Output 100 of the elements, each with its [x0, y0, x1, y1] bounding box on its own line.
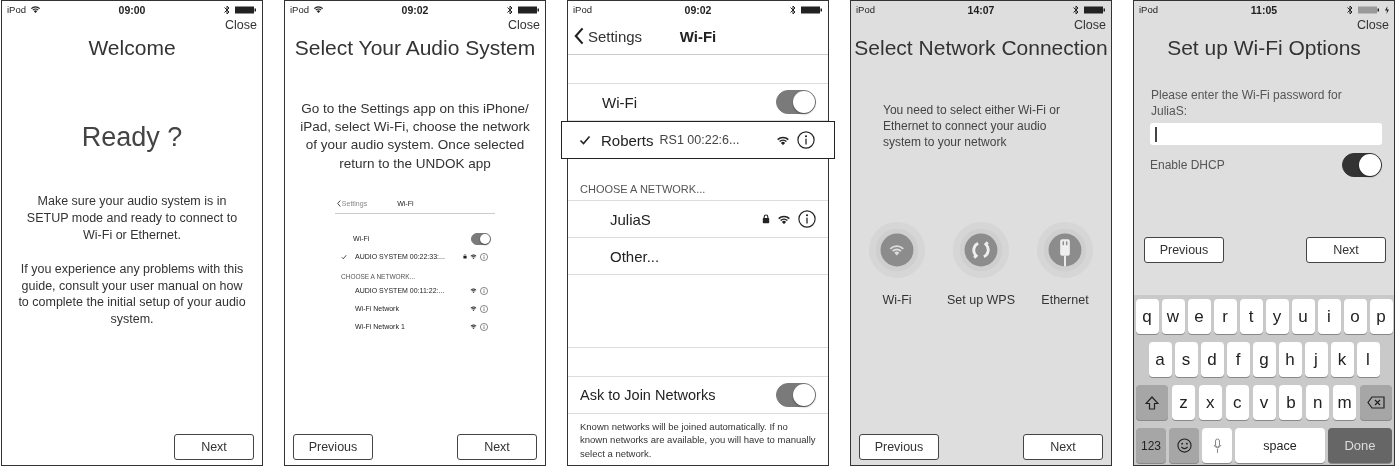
- battery-icon: [235, 5, 257, 14]
- shift-icon: [1145, 395, 1159, 410]
- connection-option[interactable]: Ethernet: [1025, 220, 1105, 307]
- bluetooth-icon: [1073, 4, 1079, 15]
- carrier-label: iPod: [290, 4, 309, 15]
- nav-button[interactable]: Next: [174, 434, 254, 460]
- backspace-icon: [1367, 396, 1385, 409]
- keyboard-key[interactable]: p: [1369, 299, 1393, 334]
- lock-icon: [762, 214, 770, 224]
- done-key[interactable]: Done: [1328, 428, 1392, 463]
- nav-button[interactable]: Next: [1023, 434, 1103, 460]
- wifi-signal-icon: [470, 288, 477, 294]
- info-icon[interactable]: [798, 210, 816, 228]
- keyboard-key[interactable]: a: [1148, 342, 1172, 377]
- close-button[interactable]: Close: [1357, 18, 1389, 32]
- info-icon[interactable]: [797, 131, 815, 149]
- keyboard-key[interactable]: l: [1356, 342, 1380, 377]
- toggle-switch[interactable]: [1342, 153, 1382, 178]
- wifi-signal-icon: [470, 254, 477, 260]
- keyboard-key[interactable]: s: [1174, 342, 1198, 377]
- keyboard-key[interactable]: h: [1278, 342, 1302, 377]
- circular-arrows-icon: [952, 220, 1010, 279]
- close-button[interactable]: Close: [225, 18, 257, 32]
- keyboard-key[interactable]: n: [1306, 385, 1330, 420]
- keyboard-key[interactable]: o: [1343, 299, 1367, 334]
- back-button[interactable]: Settings: [574, 27, 643, 45]
- wifi-signal-icon: [776, 134, 790, 146]
- bluetooth-icon: [1347, 4, 1353, 15]
- emoji-key[interactable]: [1169, 428, 1199, 463]
- nav-button[interactable]: Previous: [293, 434, 373, 460]
- wifi-signal-icon: [777, 213, 791, 225]
- nav-button[interactable]: Next: [1306, 237, 1386, 264]
- ready-heading: Ready ?: [80, 122, 184, 153]
- checkmark-icon: [579, 134, 591, 146]
- nav-button[interactable]: Next: [457, 434, 537, 460]
- network-row[interactable]: Other...: [568, 238, 828, 275]
- network-name: JuliaS: [610, 210, 651, 228]
- status-time: 09:00: [118, 3, 146, 16]
- keyboard-key[interactable]: q: [1135, 299, 1159, 334]
- network-row[interactable]: Roberts RS1 00:22:6...: [561, 121, 835, 159]
- nav-button[interactable]: Previous: [859, 434, 939, 460]
- keyboard-key[interactable]: z: [1171, 385, 1195, 420]
- carrier-label: iPod: [1139, 4, 1158, 15]
- keyboard-key[interactable]: t: [1239, 299, 1263, 334]
- status-time: 09:02: [401, 3, 429, 16]
- status-time: 14:07: [967, 3, 995, 16]
- network-name: Roberts: [601, 131, 654, 149]
- toggle-switch[interactable]: [471, 232, 491, 245]
- close-button[interactable]: Close: [508, 18, 540, 32]
- instruction-text: You need to select either Wi-Fi or Ethernet to connect your audio system to your network: [882, 102, 1061, 151]
- setting-label: Wi-Fi: [602, 93, 637, 111]
- keyboard-key[interactable]: c: [1225, 385, 1249, 420]
- keyboard-key[interactable]: d: [1200, 342, 1224, 377]
- battery-icon: [1358, 5, 1380, 14]
- bluetooth-icon: [507, 4, 513, 15]
- password-field[interactable]: [1150, 123, 1382, 146]
- keyboard-key[interactable]: i: [1317, 299, 1341, 334]
- instruction-text: If you experience any problems with this guide, consult your user manual on how to complete the initial setup of your audio system.: [17, 260, 247, 329]
- back-chevron-icon: [574, 27, 584, 45]
- bluetooth-icon: [224, 4, 230, 15]
- battery-icon: [1084, 5, 1106, 14]
- keyboard-key[interactable]: x: [1198, 385, 1222, 420]
- instruction-text: Make sure your audio system is in SETUP mode and ready to connect to Wi-Fi or Ethernet.: [25, 193, 239, 244]
- battery-icon: [801, 5, 823, 14]
- network-row[interactable]: JuliaS: [568, 201, 828, 238]
- microphone-icon: [1212, 437, 1222, 454]
- bluetooth-icon: [790, 4, 796, 15]
- wifi-signal-icon: [470, 306, 477, 312]
- battery-icon: [518, 5, 540, 14]
- screen-title: Set up Wi-Fi Options: [1166, 36, 1362, 60]
- keyboard-key[interactable]: u: [1291, 299, 1315, 334]
- keyboard-key[interactable]: v: [1252, 385, 1276, 420]
- keyboard-key[interactable]: b: [1279, 385, 1303, 420]
- status-time: 11:05: [1250, 3, 1278, 16]
- status-time: 09:02: [684, 3, 712, 16]
- network-detail: RS1 00:22:6...: [659, 133, 740, 147]
- keyboard-key[interactable]: y: [1265, 299, 1289, 334]
- keyboard-key[interactable]: g: [1252, 342, 1276, 377]
- close-button[interactable]: Close: [1074, 18, 1106, 32]
- connection-option[interactable]: Wi-Fi: [857, 220, 937, 307]
- shift-key[interactable]: [1136, 385, 1168, 420]
- keyboard-key[interactable]: e: [1187, 299, 1211, 334]
- keyboard-key[interactable]: f: [1226, 342, 1250, 377]
- back-chevron-icon: [337, 200, 341, 208]
- plug-icon: [1036, 220, 1094, 279]
- connection-option[interactable]: Set up WPS: [941, 220, 1021, 307]
- keyboard-key[interactable]: k: [1330, 342, 1354, 377]
- toggle-switch[interactable]: [776, 383, 816, 407]
- screen-title: Select Network Connection: [853, 36, 1109, 60]
- keyboard-key[interactable]: m: [1333, 385, 1357, 420]
- network-name: Other...: [610, 247, 660, 265]
- space-key[interactable]: space: [1235, 428, 1325, 463]
- microphone-key[interactable]: [1202, 428, 1232, 463]
- keyboard-key[interactable]: j: [1304, 342, 1328, 377]
- keyboard-key[interactable]: r: [1213, 299, 1237, 334]
- toggle-switch[interactable]: [776, 90, 816, 114]
- numbers-key[interactable]: 123: [1136, 428, 1166, 463]
- delete-key[interactable]: [1360, 385, 1392, 420]
- keyboard-key[interactable]: w: [1161, 299, 1185, 334]
- nav-button[interactable]: Previous: [1144, 237, 1224, 264]
